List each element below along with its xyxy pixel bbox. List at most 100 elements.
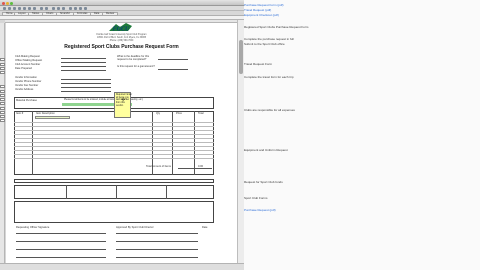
cell-comment-note: Required: Enter all items you wish to or… <box>114 92 132 118</box>
row-marker[interactable] <box>0 85 5 88</box>
row-marker[interactable] <box>0 90 5 93</box>
address-line-1: Florida Gulf Coast University Sport Club… <box>96 34 147 36</box>
notes-box[interactable] <box>14 201 214 223</box>
vendor-address-field[interactable] <box>61 91 111 92</box>
sig-officer-label: Requesting Officer Signature <box>16 226 50 229</box>
tab-smartart[interactable]: SmartArt <box>56 11 74 16</box>
officer-field[interactable] <box>61 62 106 63</box>
sort-icon[interactable] <box>57 7 60 10</box>
horizontal-scrollbar[interactable] <box>0 263 244 270</box>
date-field[interactable] <box>61 70 106 71</box>
doc-line[interactable]: Purchase Request Form (pdf) <box>244 3 284 7</box>
save-icon[interactable] <box>13 7 16 10</box>
row-marker[interactable] <box>0 94 5 97</box>
doc-line[interactable]: Purchase Request (pdf) <box>244 208 276 212</box>
table-row[interactable] <box>14 132 214 135</box>
autosum-icon[interactable] <box>52 7 55 10</box>
table-row[interactable] <box>14 156 214 159</box>
table-row[interactable] <box>14 120 214 123</box>
undo-icon[interactable] <box>40 7 43 10</box>
total-label: Total Amount of Items <box>146 165 171 168</box>
table-row[interactable] <box>14 136 214 139</box>
row-marker[interactable] <box>0 102 5 105</box>
total-underline <box>178 168 212 169</box>
tab-tables[interactable]: Tables <box>28 11 44 16</box>
new-icon[interactable] <box>3 7 6 10</box>
tab-formulas[interactable]: Formulas <box>73 11 92 16</box>
address-line-3: Phone: (239) 590-7000 <box>109 40 134 42</box>
table-row[interactable] <box>14 148 214 151</box>
worksheet[interactable]: FGCU Florida Gulf Coast University Sport… <box>6 23 237 263</box>
tab-review[interactable]: Review <box>102 11 119 16</box>
deadline-field[interactable] <box>158 59 188 60</box>
signature-line[interactable] <box>16 249 106 250</box>
copy-icon[interactable] <box>28 7 31 10</box>
payment-banner <box>14 179 214 183</box>
background-document: Purchase Request Form (pdf) Travel Reque… <box>244 0 480 270</box>
first-item-cell[interactable] <box>35 116 70 119</box>
signature-line[interactable] <box>116 241 198 242</box>
row-marker[interactable] <box>0 58 5 61</box>
logo-text: FGCU <box>113 27 130 33</box>
row-marker[interactable] <box>0 71 5 74</box>
redo-icon[interactable] <box>45 7 48 10</box>
account-field[interactable] <box>61 66 106 67</box>
print-icon[interactable] <box>18 7 21 10</box>
minimize-window-icon[interactable] <box>6 1 9 5</box>
table-row[interactable] <box>14 128 214 131</box>
zoom-window-icon[interactable] <box>10 1 13 5</box>
table-row[interactable] <box>14 124 214 127</box>
signature-line[interactable] <box>16 257 106 258</box>
doc-line: Complete the travel form for each trip <box>244 75 294 79</box>
paste-icon[interactable] <box>33 7 36 10</box>
event-label: Is this request for a game/event? <box>117 65 155 68</box>
club-field[interactable] <box>61 58 106 59</box>
close-window-icon[interactable] <box>2 1 5 5</box>
col-qty: Qty <box>156 112 161 115</box>
help-icon[interactable] <box>84 7 87 10</box>
doc-line: Submit to the Sport Club office <box>244 42 285 46</box>
row-marker[interactable] <box>0 63 5 66</box>
vendor-phone-field[interactable] <box>61 83 111 84</box>
col-description: Item Description <box>36 112 55 115</box>
filter-icon[interactable] <box>62 7 65 10</box>
row-marker[interactable] <box>0 119 5 122</box>
row-marker[interactable] <box>0 67 5 70</box>
table-row[interactable] <box>14 152 214 155</box>
open-icon[interactable] <box>8 7 11 10</box>
signature-line[interactable] <box>116 257 198 258</box>
doc-line[interactable]: Equipment Checkout (pdf) <box>244 13 279 17</box>
vendor-fax-field[interactable] <box>61 87 111 88</box>
signature-line[interactable] <box>116 249 198 250</box>
divider <box>166 185 167 199</box>
row-marker[interactable] <box>0 98 5 101</box>
event-field[interactable] <box>158 69 188 70</box>
scrollbar-thumb[interactable] <box>238 40 243 74</box>
row-headers[interactable] <box>0 23 5 263</box>
divider <box>116 185 117 199</box>
vendor-fax-label: Vendor Fax Number <box>15 84 39 87</box>
row-marker[interactable] <box>0 115 5 118</box>
row-marker[interactable] <box>0 107 5 110</box>
col-total: Total <box>198 112 204 115</box>
signature-line[interactable] <box>116 233 198 234</box>
zoom-icon[interactable] <box>79 7 82 10</box>
vendor-field[interactable] <box>61 79 111 80</box>
material-note: Please list all items to be ordered, inc… <box>64 99 144 101</box>
doc-line[interactable]: Travel Request (pdf) <box>244 8 271 12</box>
gallery-icon[interactable] <box>69 7 72 10</box>
signature-line[interactable] <box>16 233 106 234</box>
table-row[interactable] <box>14 144 214 147</box>
material-heading: Material Purchase <box>16 99 37 102</box>
doc-line: Sport Club Forms <box>244 196 268 200</box>
officer-label: Officer Making Request <box>15 59 43 62</box>
cut-icon[interactable] <box>23 7 26 10</box>
signature-line[interactable] <box>16 241 106 242</box>
toolbox-icon[interactable] <box>74 7 77 10</box>
vendor-phone-label: Vendor Phone Number <box>15 80 42 83</box>
col-price: Price <box>176 112 182 115</box>
fgcu-logo: FGCU <box>106 23 136 33</box>
col-item-number: Item # <box>16 112 24 115</box>
table-row[interactable] <box>14 140 214 143</box>
row-marker[interactable] <box>0 111 5 114</box>
